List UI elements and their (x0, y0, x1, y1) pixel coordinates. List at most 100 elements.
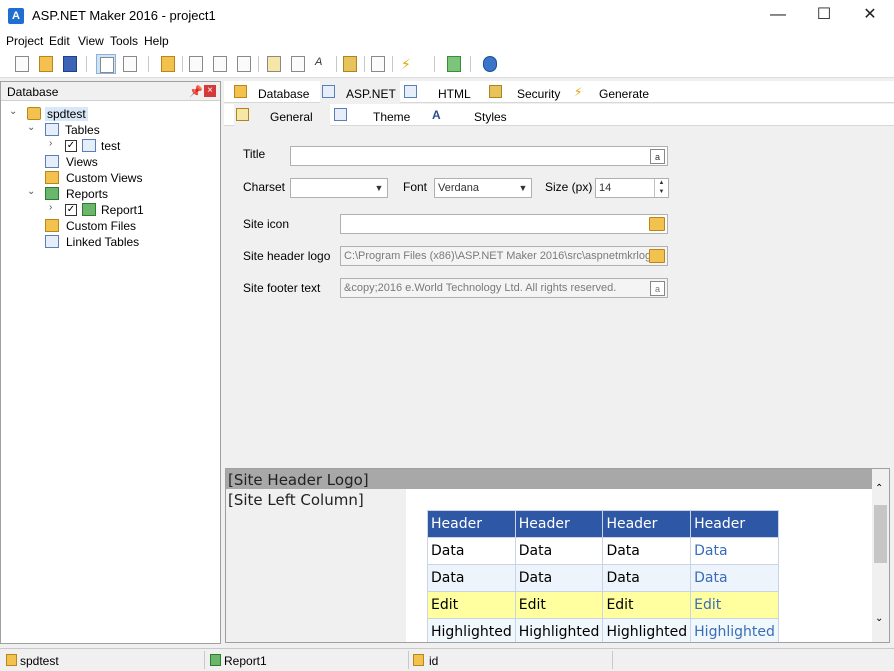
status-field: id (429, 654, 439, 668)
size-stepper[interactable]: 14 ▲ ▼ (595, 178, 669, 198)
grid-header-cell: Header (602, 510, 692, 538)
tab-aspnet[interactable]: ASP.NET (320, 81, 400, 103)
font-icon[interactable]: A (312, 54, 332, 74)
footer-text-label: Site footer text (243, 281, 321, 295)
grid-cell: Data (514, 564, 604, 592)
tree-view-icon[interactable] (96, 54, 116, 74)
panel-view-icon[interactable] (120, 54, 140, 74)
status-database: spdtest (20, 654, 59, 668)
refresh-icon[interactable] (444, 54, 464, 74)
footer-text-input[interactable]: &copy;2016 e.World Technology Ltd. All r… (340, 278, 668, 298)
tree-item-test[interactable]: › ✓ test (9, 138, 209, 154)
scroll-down-icon[interactable]: ⌄ (875, 613, 883, 624)
tree-item-custom-files[interactable]: Custom Files (9, 218, 209, 234)
spin-arrows-icon[interactable]: ▲ ▼ (654, 179, 668, 197)
grid-cell: Highlighted (514, 618, 604, 642)
help-icon[interactable] (480, 54, 500, 74)
maximize-button[interactable]: ☐ (801, 0, 847, 32)
database-icon (234, 85, 247, 98)
text-editor-icon[interactable]: a (650, 149, 665, 164)
grid-cell: Highlighted (427, 618, 516, 642)
tree-item-reports[interactable]: ⌄ Reports (9, 186, 209, 202)
preview-left-column: [Site Left Column] (226, 489, 406, 642)
database-icon (6, 654, 17, 666)
chevron-down-icon[interactable]: ▼ (515, 179, 531, 197)
image-icon[interactable] (186, 54, 206, 74)
chevron-down-icon[interactable]: ▼ (371, 179, 387, 197)
font-select[interactable]: Verdana ▼ (434, 178, 532, 198)
tree-item-linked-tables[interactable]: Linked Tables (9, 234, 209, 250)
database-icon[interactable] (158, 54, 178, 74)
header-logo-input[interactable]: C:\Program Files (x86)\ASP.NET Maker 201… (340, 246, 668, 266)
lock-icon (489, 85, 502, 98)
grid-row-edit: Edit Edit Edit Edit (427, 591, 779, 619)
document-icon[interactable] (264, 54, 284, 74)
menu-view[interactable]: View (78, 34, 104, 48)
collapse-icon[interactable]: ⌄ (27, 122, 35, 133)
minimize-button[interactable]: — (755, 0, 801, 32)
scrollbar-thumb[interactable] (874, 505, 887, 563)
general-icon (236, 108, 249, 121)
status-bar: spdtest Report1 id (0, 648, 894, 671)
script-icon[interactable] (368, 54, 388, 74)
new-project-icon[interactable] (12, 54, 32, 74)
grid-cell: Edit (427, 591, 516, 619)
open-folder-icon[interactable] (36, 54, 56, 74)
folder-open-icon[interactable] (649, 249, 665, 263)
theme-icon (334, 108, 347, 121)
menu-tools[interactable]: Tools (110, 34, 138, 48)
tree-item-report1[interactable]: › ✓ Report1 (9, 202, 209, 218)
text-editor-icon[interactable]: a (650, 281, 665, 296)
main-tabs: Database ASP.NET HTML Security ⚡ Generat… (224, 81, 894, 103)
tree-item-custom-views[interactable]: Custom Views (9, 170, 209, 186)
paste-icon[interactable] (234, 54, 254, 74)
tree-item-views[interactable]: Views (9, 154, 209, 170)
grid-cell: Highlighted (602, 618, 692, 642)
expand-icon[interactable]: › (49, 138, 52, 149)
tree-item-tables[interactable]: ⌄ Tables (9, 122, 209, 138)
collapse-icon[interactable]: ⌄ (27, 186, 35, 197)
collapse-icon[interactable]: ⌄ (9, 106, 17, 117)
report-icon (210, 654, 221, 666)
views-icon (45, 155, 59, 168)
menu-project[interactable]: Project (6, 34, 43, 48)
toolbar: A ⚡ (0, 50, 894, 78)
expand-icon[interactable]: › (49, 202, 52, 213)
tree-root[interactable]: ⌄ spdtest (9, 106, 209, 122)
preview-scrollbar[interactable]: ⌃ ⌄ (872, 469, 889, 642)
app-icon: A (8, 8, 24, 24)
font-label: Font (403, 180, 428, 194)
linked-tables-icon (45, 235, 59, 248)
edit-document-icon[interactable] (288, 54, 308, 74)
report-checkbox[interactable]: ✓ (65, 204, 77, 216)
table-checkbox[interactable]: ✓ (65, 140, 77, 152)
scroll-up-icon[interactable]: ⌃ (875, 483, 883, 494)
grid-cell: Data (514, 537, 604, 565)
site-icon-input[interactable] (340, 214, 668, 234)
sub-tabs: General Theme A Styles (224, 104, 894, 126)
grid-cell: Highlighted (690, 618, 779, 642)
charset-label: Charset (243, 180, 286, 194)
tab-general[interactable]: General (234, 104, 330, 126)
grid-header-cell: Header (514, 510, 604, 538)
pin-icon[interactable]: 📌 (189, 85, 203, 98)
report-icon (82, 203, 96, 216)
menu-help[interactable]: Help (144, 34, 169, 48)
folder-open-icon[interactable] (649, 217, 665, 231)
lock-icon[interactable] (340, 54, 360, 74)
reports-icon (45, 187, 59, 200)
charset-select[interactable]: ▼ (290, 178, 388, 198)
grid-cell: Data (602, 537, 692, 565)
close-icon[interactable]: × (204, 85, 216, 97)
grid-row-highlighted: Highlighted Highlighted Highlighted High… (427, 618, 779, 642)
site-icon-label: Site icon (243, 217, 290, 231)
key-icon (413, 654, 424, 666)
grid-header-cell: Header (427, 510, 516, 538)
sql-icon (45, 171, 59, 184)
generate-lightning-icon[interactable]: ⚡ (398, 54, 418, 74)
copy-icon[interactable] (210, 54, 230, 74)
close-window-button[interactable]: ✕ (847, 0, 893, 32)
save-icon[interactable] (60, 54, 80, 74)
menu-edit[interactable]: Edit (49, 34, 70, 48)
title-input[interactable]: a (290, 146, 668, 166)
